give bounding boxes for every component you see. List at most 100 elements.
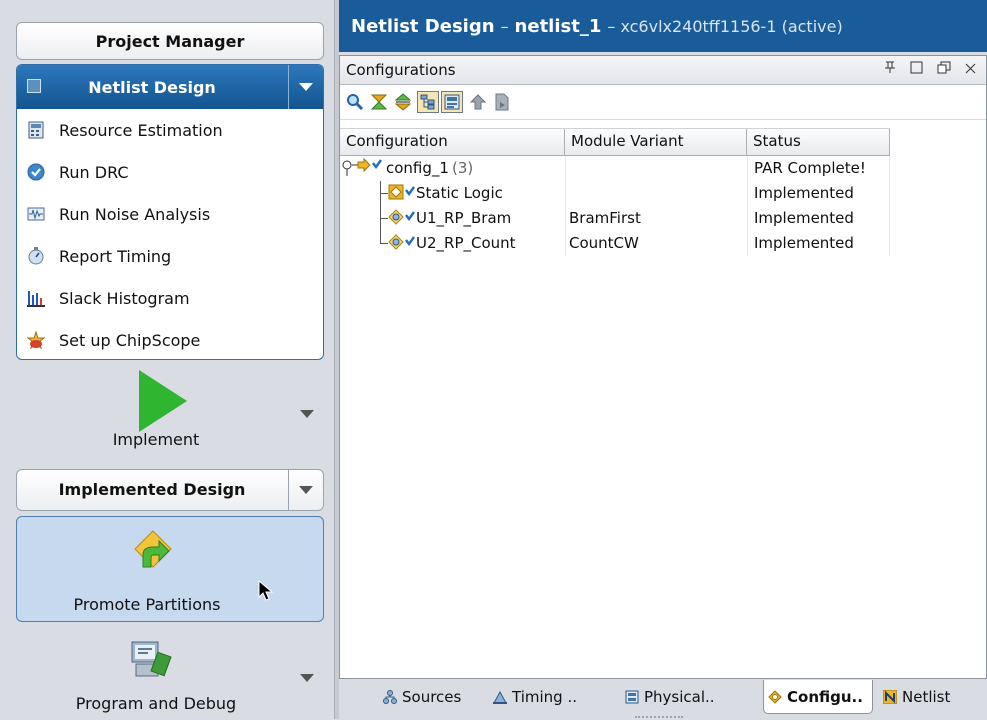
- nav-item-slack-histogram[interactable]: Slack Histogram: [17, 277, 323, 319]
- workspace-title: Netlist Design: [351, 15, 495, 37]
- configurations-toolbar: [340, 85, 986, 120]
- nav-item-label: Report Timing: [59, 246, 172, 266]
- nav-item-label: Run DRC: [59, 162, 129, 182]
- nav-item-label: Set up ChipScope: [59, 330, 201, 350]
- chipscope-icon: [26, 330, 46, 350]
- module-variant-cell: BramFirst: [565, 206, 747, 231]
- configurations-window: Configurations Configuration Module Vari…: [339, 55, 987, 679]
- nav-item-run-drc[interactable]: Run DRC: [17, 151, 323, 193]
- status-cell: Implemented: [747, 206, 890, 231]
- netlist-design-title: Netlist Design: [88, 77, 216, 97]
- expand-all-icon[interactable]: [392, 91, 414, 113]
- chevron-down-icon: [299, 83, 313, 91]
- nav-item-run-noise-analysis[interactable]: Run Noise Analysis: [17, 193, 323, 235]
- config-name: config_1: [386, 159, 449, 177]
- workspace-title-bar: Netlist Design – netlist_1 – xc6vlx240tf…: [339, 0, 987, 52]
- table-row[interactable]: config_1 (3) PAR Complete!: [340, 156, 890, 181]
- tab-physical[interactable]: Physical..: [621, 680, 761, 714]
- status-cell: Implemented: [747, 181, 890, 206]
- chevron-down-icon: [299, 486, 313, 494]
- program-and-debug-label: Program and Debug: [75, 694, 237, 713]
- implement-button[interactable]: Implement: [16, 366, 322, 462]
- tab-configurations[interactable]: Configu..: [763, 680, 873, 714]
- nav-item-label: Run Noise Analysis: [59, 204, 211, 224]
- calculator-icon: [27, 121, 45, 139]
- nav-item-set-up-chipscope[interactable]: Set up ChipScope: [17, 319, 323, 359]
- waveform-icon: [27, 205, 45, 223]
- partition-name: U1_RP_Bram: [416, 209, 512, 227]
- promote-partitions-button[interactable]: Promote Partitions: [16, 516, 324, 622]
- sources-icon: [383, 690, 397, 704]
- configurations-title: Configurations: [346, 61, 456, 79]
- table-row[interactable]: U2_RP_Count CountCW Implemented: [340, 231, 890, 256]
- nav-item-report-timing[interactable]: Report Timing: [17, 235, 323, 277]
- bottom-tab-bar: Sources Timing .. Physical.. Configu.. N…: [339, 680, 987, 719]
- nav-item-label: Slack Histogram: [59, 288, 190, 308]
- nav-item-resource-estimation[interactable]: Resource Estimation: [17, 109, 323, 151]
- netlist-design-dropdown[interactable]: [288, 65, 323, 109]
- promote-up-icon[interactable]: [467, 91, 489, 113]
- play-icon: [139, 370, 187, 432]
- implement-label: Implement: [112, 430, 200, 449]
- project-manager-button[interactable]: Project Manager: [16, 22, 324, 60]
- column-header-configuration[interactable]: Configuration: [340, 129, 565, 155]
- close-icon[interactable]: [965, 59, 976, 78]
- netlist-name: netlist_1: [514, 15, 602, 37]
- program-and-debug-button[interactable]: Program and Debug: [16, 628, 322, 719]
- show-details-icon[interactable]: [441, 91, 463, 113]
- static-logic-name: Static Logic: [416, 184, 503, 202]
- search-icon[interactable]: [344, 91, 366, 113]
- device-part: – xc6vlx240tff1156-1 (active): [607, 16, 843, 36]
- configurations-header: Configurations: [340, 56, 986, 85]
- table-row[interactable]: U1_RP_Bram BramFirst Implemented: [340, 206, 890, 231]
- table-row[interactable]: Static Logic Implemented: [340, 181, 890, 206]
- flow-navigator: Project Manager Netlist Design Resource …: [0, 0, 334, 719]
- program-and-debug-dropdown[interactable]: [300, 674, 314, 682]
- implemented-design-label: Implemented Design: [58, 480, 246, 499]
- netlist-design-panel: Netlist Design Resource Estimation Run D…: [16, 64, 324, 360]
- tab-sources[interactable]: Sources: [379, 680, 489, 714]
- tree-line: [380, 243, 388, 244]
- chevron-down-icon: [300, 674, 314, 682]
- tree-line: [380, 193, 388, 194]
- implemented-design-dropdown[interactable]: [288, 470, 323, 510]
- timing-icon: [493, 690, 507, 704]
- promote-partitions-label: Promote Partitions: [73, 595, 221, 614]
- table-header: Configuration Module Variant Status: [340, 128, 890, 156]
- column-header-module-variant[interactable]: Module Variant: [565, 129, 747, 155]
- hierarchy-view-icon[interactable]: [417, 91, 439, 113]
- tree-line: [380, 218, 388, 219]
- maximize-icon[interactable]: [910, 59, 923, 78]
- histogram-icon: [27, 289, 45, 307]
- module-variant-cell: [565, 181, 747, 206]
- nav-item-label: Resource Estimation: [59, 120, 223, 140]
- module-variant-cell: CountCW: [565, 231, 747, 256]
- physical-icon: [625, 690, 639, 704]
- chevron-down-icon: [300, 410, 314, 418]
- pin-icon[interactable]: [884, 59, 896, 78]
- float-icon[interactable]: [937, 59, 951, 78]
- collapse-all-icon[interactable]: [368, 91, 390, 113]
- partition-name: U2_RP_Count: [416, 234, 516, 252]
- tab-netlist[interactable]: Netlist: [879, 680, 983, 714]
- tab-timing[interactable]: Timing ..: [489, 680, 619, 714]
- netlist-design-workspace: Netlist Design – netlist_1 – xc6vlx240tf…: [339, 0, 987, 719]
- module-variant-cell: [565, 156, 747, 181]
- tab-label: Netlist: [902, 688, 951, 706]
- netlist-design-header[interactable]: Netlist Design: [17, 65, 323, 109]
- title-separator: –: [500, 16, 509, 36]
- column-header-status[interactable]: Status: [747, 129, 890, 155]
- expand-node-icon[interactable]: [342, 156, 386, 181]
- resize-grip[interactable]: [635, 716, 683, 720]
- tab-label: Timing ..: [512, 688, 577, 706]
- netlist-icon: [882, 689, 898, 705]
- configurations-icon: [768, 689, 782, 704]
- import-icon[interactable]: [491, 91, 513, 113]
- promote-icon: [134, 530, 172, 568]
- implement-dropdown[interactable]: [300, 410, 314, 418]
- implemented-design-button[interactable]: Implemented Design: [16, 469, 324, 511]
- tab-label: Configu..: [787, 687, 863, 706]
- tab-label: Physical..: [644, 688, 715, 706]
- config-count: (3): [452, 159, 474, 177]
- status-cell: Implemented: [747, 231, 890, 256]
